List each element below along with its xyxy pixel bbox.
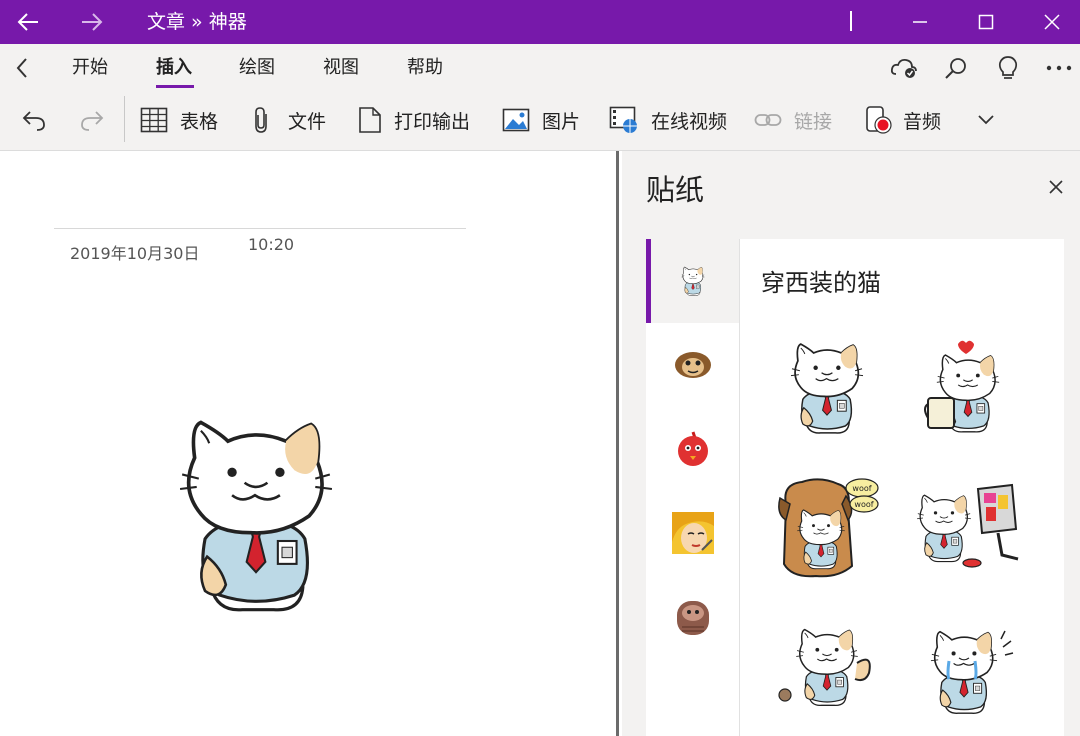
stickers-panel: 贴纸 穿西装的猫 woof woof: [622, 151, 1080, 736]
chevron-down-icon[interactable]: [972, 106, 1000, 134]
woof-text-2: woof: [854, 500, 873, 509]
tab-help[interactable]: 帮助: [407, 44, 443, 92]
sticker-category-list: [646, 239, 740, 736]
link-label: 链接: [794, 110, 833, 133]
category-business-cat[interactable]: [646, 239, 739, 323]
tab-home[interactable]: 开始: [72, 44, 108, 92]
audio-label: 音频: [903, 110, 942, 133]
insert-picture-button[interactable]: 图片: [502, 92, 580, 148]
table-icon: [140, 107, 168, 133]
picture-icon: [502, 108, 530, 132]
insert-link-button[interactable]: 链接: [754, 92, 832, 148]
cat-computer-sticker: [912, 483, 1019, 568]
panel-title: 贴纸: [646, 173, 705, 207]
red-bird-icon: [677, 431, 708, 466]
sticker-cat-coffee[interactable]: [912, 333, 1022, 443]
sticker-cat-computer[interactable]: [912, 473, 1022, 583]
ribbon-toolbar: 表格 文件 打印输出 图片 在线视频 链接 音频: [0, 92, 1080, 151]
insert-printout-button[interactable]: 打印输出: [358, 92, 470, 148]
cat-kicking-sticker: [778, 623, 871, 713]
active-tab-indicator: [156, 85, 194, 88]
online-video-label: 在线视频: [651, 110, 728, 133]
sticker-grid: 穿西装的猫 woof woof: [740, 239, 1064, 736]
page-scrollbar[interactable]: [616, 151, 619, 736]
cat-sitting-sticker: [790, 341, 864, 435]
search-icon[interactable]: [942, 54, 970, 82]
sync-status-icon[interactable]: [889, 54, 919, 82]
insert-online-video-button[interactable]: 在线视频: [609, 92, 727, 148]
tab-draw[interactable]: 绘图: [239, 44, 275, 92]
category-title: 穿西装的猫: [761, 269, 881, 297]
title-rule: [54, 228, 466, 229]
online-video-icon: [609, 106, 637, 133]
sloth-icon: [676, 601, 709, 635]
tab-view[interactable]: 视图: [323, 44, 359, 92]
pop-art-woman-icon: [671, 512, 714, 554]
undo-icon[interactable]: [18, 104, 50, 136]
title-separator: [850, 11, 852, 31]
note-page[interactable]: 2019年10月30日 10:20: [0, 151, 617, 736]
business-cat-icon: [681, 266, 705, 296]
insert-file-button[interactable]: 文件: [251, 92, 326, 148]
minimize-icon[interactable]: [902, 0, 938, 44]
sticker-cat-sitting[interactable]: [772, 333, 882, 443]
category-sloth[interactable]: [646, 575, 739, 659]
window-title: 文章 » 神器: [147, 11, 247, 33]
insert-table-button[interactable]: 表格: [140, 92, 218, 148]
sticker-cat-kicking[interactable]: [772, 613, 882, 723]
page-date: 2019年10月30日: [70, 244, 200, 263]
sticker-cat-crying[interactable]: [912, 613, 1022, 723]
more-options-icon[interactable]: [1044, 54, 1074, 82]
category-monkey[interactable]: [646, 323, 739, 407]
ribbon-divider: [124, 96, 125, 142]
maximize-icon[interactable]: [968, 0, 1004, 44]
document-icon: [359, 107, 381, 133]
redo-icon[interactable]: [76, 104, 108, 136]
category-pop-art[interactable]: [646, 491, 739, 575]
chevron-left-icon[interactable]: [8, 54, 36, 82]
title-bar: 文章 » 神器: [0, 0, 1080, 44]
file-label: 文件: [288, 110, 327, 133]
cat-coffee-heart-sticker: [924, 340, 1012, 438]
sticker-cat-dog-costume[interactable]: woof woof: [772, 473, 882, 583]
category-active-indicator: [646, 239, 651, 323]
close-icon[interactable]: [1045, 176, 1067, 198]
category-red-bird[interactable]: [646, 407, 739, 491]
link-icon: [754, 114, 782, 126]
cat-dog-costume-sticker: woof woof: [778, 478, 879, 578]
printout-label: 打印输出: [394, 110, 471, 133]
inserted-cat-sticker[interactable]: [178, 415, 334, 615]
close-window-icon[interactable]: [1034, 0, 1070, 44]
table-label: 表格: [180, 110, 219, 133]
monkey-icon: [674, 352, 711, 378]
picture-label: 图片: [542, 110, 581, 133]
paperclip-icon: [255, 107, 267, 133]
forward-arrow-icon[interactable]: [74, 0, 110, 44]
insert-audio-button[interactable]: 音频: [865, 92, 941, 148]
lightbulb-icon[interactable]: [994, 54, 1022, 82]
back-arrow-icon[interactable]: [10, 0, 46, 44]
cat-crying-sticker: [919, 630, 1014, 715]
audio-record-icon: [866, 106, 892, 134]
woof-text-1: woof: [852, 484, 871, 493]
page-time: 10:20: [248, 235, 295, 254]
